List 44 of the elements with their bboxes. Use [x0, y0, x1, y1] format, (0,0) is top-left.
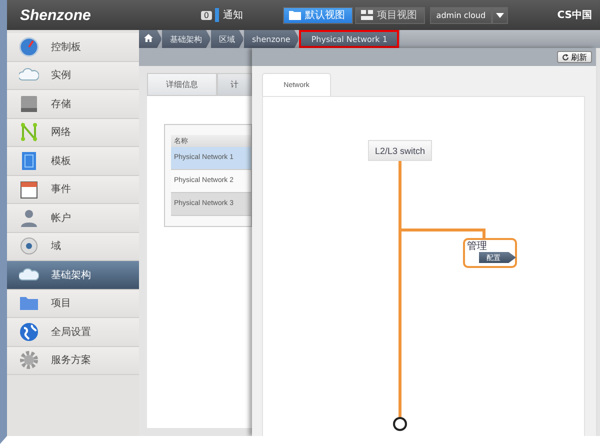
refresh-button[interactable]: 刷新 [557, 51, 592, 63]
dropdown-button[interactable] [492, 6, 508, 24]
sidebar-item[interactable]: 模板 [7, 147, 139, 176]
globe-icon [19, 322, 39, 342]
sidebar-item[interactable]: 事件 [7, 176, 139, 204]
sidebar-item[interactable]: 存储 [7, 90, 139, 118]
app-logo: Shenzone [20, 6, 91, 24]
disc-icon [19, 236, 39, 256]
breadcrumb-item[interactable]: shenzone [244, 30, 300, 48]
sidebar-item[interactable]: 帐户 [7, 204, 139, 232]
sidebar-item[interactable]: 基础架构 [7, 261, 139, 290]
sidebar-item[interactable]: 实例 [7, 62, 139, 90]
calendar-icon [19, 179, 39, 200]
home-icon [144, 34, 153, 42]
home-crumb[interactable] [139, 30, 162, 48]
folder-icon [288, 10, 301, 20]
breadcrumb-item[interactable]: Physical Network 1 [299, 30, 400, 48]
grid-icon [360, 10, 373, 20]
user-icon [19, 208, 39, 228]
caret-icon [496, 12, 504, 18]
sidebar-item[interactable]: 网络 [7, 118, 139, 147]
gear-icon [19, 350, 39, 370]
refresh-icon [562, 54, 569, 60]
switch-node[interactable]: L2/L3 switch [368, 140, 432, 161]
breadcrumb-item[interactable]: 区域 [211, 30, 244, 48]
notification-link[interactable]: 通知 [214, 8, 243, 22]
sidebar-item[interactable]: 控制板 [7, 33, 139, 62]
tab[interactable]: 计 [217, 73, 252, 96]
brand-logo: CS中国 [557, 8, 592, 22]
drive-icon [19, 94, 39, 114]
document-icon [19, 150, 39, 171]
user-menu-button[interactable]: admin cloud [430, 6, 492, 24]
network-icon [19, 122, 39, 142]
breadcrumb-item[interactable]: 基础架构 [162, 30, 211, 48]
sidebar-item[interactable]: 全局设置 [7, 318, 139, 346]
tab[interactable]: 详细信息 [147, 73, 217, 96]
gauge-icon [19, 36, 39, 57]
sidebar-item[interactable]: 项目 [7, 290, 139, 318]
notification-count[interactable]: 0 [200, 10, 212, 20]
traffic-label: 管理 [467, 241, 488, 252]
view-button[interactable]: 项目视图 [354, 6, 425, 24]
sidebar-item[interactable]: 服务方案 [7, 346, 139, 375]
sidebar-item[interactable]: 域 [7, 232, 139, 261]
end-node-icon [393, 417, 407, 431]
